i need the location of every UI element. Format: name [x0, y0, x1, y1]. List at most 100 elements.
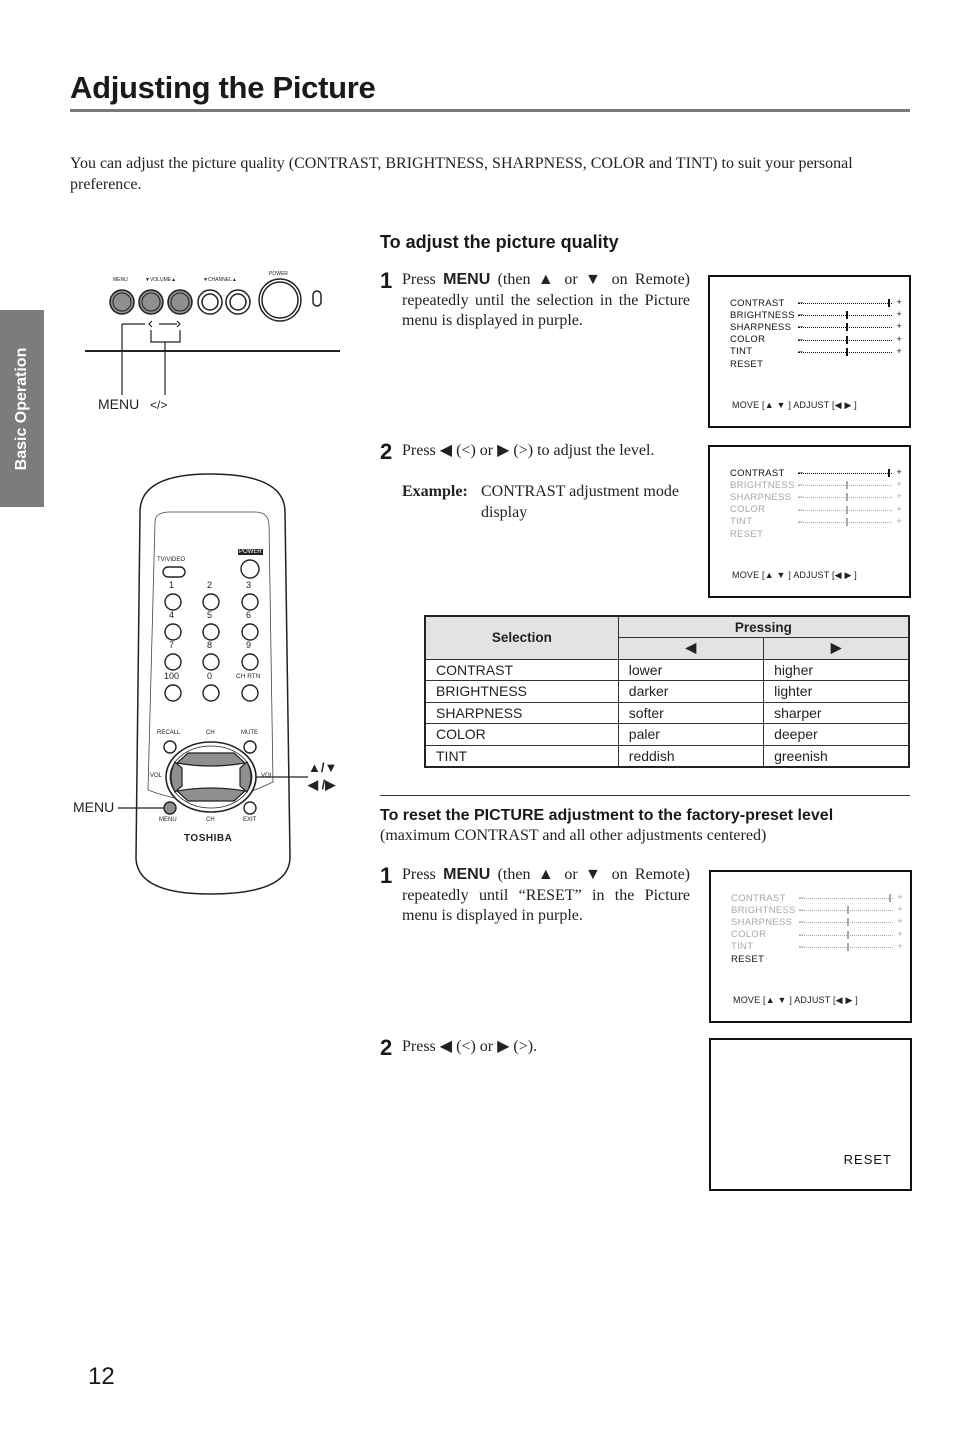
osd-bar-track — [798, 473, 892, 475]
osd-item-label: CONTRAST — [730, 467, 785, 479]
osd-bar-track — [798, 485, 892, 487]
step-text: Press ◀ (<) or ▶ (>) to adjust the level… — [402, 442, 655, 459]
remote-digit-5: 5 — [207, 610, 213, 620]
adjust-step-1: 1 Press MENU (then ▲ or ▼ on Remote) rep… — [380, 268, 690, 332]
osd-level-marker — [846, 311, 848, 320]
osd-plus: + — [897, 904, 903, 915]
osd-minus: – — [798, 333, 804, 344]
osd-item-label: SHARPNESS — [730, 491, 792, 503]
osd-minus: – — [799, 928, 805, 939]
col-header-left-arrow: ◀ — [617, 637, 765, 660]
osd-item-label: TINT — [730, 346, 753, 358]
remote-ch-up-button — [175, 752, 247, 767]
adjust-step-2: 2 Press ◀ (<) or ▶ (>) to adjust the lev… — [380, 439, 700, 521]
remote-updown-callout: ▲/▼ — [308, 760, 338, 775]
osd-bar-track — [798, 351, 892, 353]
osd-item-label: SHARPNESS — [730, 321, 792, 333]
remote-digit-2: 2 — [207, 580, 213, 590]
osd-bar-track — [798, 521, 892, 523]
reset-step-1: 1 Press MENU (then ▲ or ▼ on Remote) rep… — [380, 863, 690, 927]
example-label: Example: — [402, 483, 468, 500]
step-text: Press MENU (then ▲ or ▼ on Remote) repea… — [402, 865, 690, 927]
osd-minus: – — [798, 297, 804, 308]
osd-footer: MOVE [▲ ▼ ] ADJUST [◀ ▶ ] — [732, 400, 858, 410]
panel-power-label: POWER — [269, 271, 288, 277]
remote-leftright-callout: ◀ /▶ — [308, 777, 336, 792]
osd-minus: – — [798, 345, 804, 356]
osd-plus: + — [897, 940, 903, 951]
table-row: BRIGHTNESS darker lighter — [424, 680, 910, 703]
osd-menu: CONTRAST – + BRIGHTNESS – + SHARPNESS – + COLOR – +… — [730, 467, 902, 540]
osd-level-bar: – + — [799, 904, 903, 915]
osd-row: RESET — [730, 528, 902, 540]
osd-level-bar: – + — [799, 928, 903, 940]
osd-row: SHARPNESS – + — [731, 916, 903, 928]
tv-front-panel-illustration: MENU ▼VOLUME▲ ▼CHANNEL▲ POWER MENU </> — [85, 265, 345, 425]
osd-minus: – — [799, 940, 805, 951]
osd-item-label: TINT — [730, 516, 753, 528]
remote-recall-label: RECALL — [157, 730, 181, 736]
example-block: Example: CONTRAST adjustment mode displa… — [402, 482, 692, 523]
osd-row: CONTRAST – + — [731, 892, 903, 904]
osd-level-bar: – + — [798, 309, 902, 320]
osd-row: COLOR – + — [730, 334, 902, 346]
osd-plus: + — [896, 333, 902, 344]
remote-menu-button — [163, 801, 177, 815]
remote-menu-label: MENU — [159, 817, 177, 823]
osd-bar-track — [798, 339, 892, 341]
osd-minus: – — [798, 503, 804, 514]
osd-item-label: COLOR — [730, 504, 766, 516]
remote-exit-label: EXIT — [243, 817, 257, 823]
step-text-pre: Press — [402, 866, 444, 883]
step-number: 1 — [380, 863, 393, 888]
osd-bar-track — [799, 934, 893, 936]
osd-row: CONTRAST – + — [730, 467, 902, 479]
remote-tv-video-label: TV/VIDEO — [157, 557, 186, 563]
osd-plus: + — [896, 491, 902, 502]
reset-subheading: (maximum CONTRAST and all other adjustme… — [380, 827, 767, 844]
osd-bar-track — [798, 497, 892, 499]
cell-selection: TINT — [424, 744, 619, 767]
osd-level-bar: – + — [798, 503, 902, 515]
table-body: CONTRAST lower higher BRIGHTNESS darker light… — [424, 658, 910, 767]
osd-screen-picture-menu: CONTRAST – + BRIGHTNESS – + SHARPNESS – + COLOR – +… — [708, 275, 911, 428]
osd-level-marker — [847, 942, 849, 951]
osd-bar-track — [798, 303, 892, 305]
osd-plus: + — [896, 515, 902, 526]
osd-minus: – — [798, 515, 804, 526]
panel-volume-down-button — [138, 289, 164, 315]
remote-digit-7: 7 — [169, 640, 175, 650]
osd-level-bar: – + — [799, 892, 903, 903]
osd-item-label: SHARPNESS — [731, 916, 793, 928]
osd-item-label: TINT — [731, 941, 754, 953]
osd-level-bar: – + — [798, 515, 902, 527]
panel-menu-button — [109, 289, 135, 315]
step-text: Press ◀ (<) or ▶ (>). — [402, 1038, 538, 1055]
cell-right: sharper — [763, 701, 910, 724]
osd-level-bar: – + — [798, 333, 902, 345]
osd-row: RESET — [731, 953, 903, 965]
panel-arrows-callout: </> — [150, 398, 168, 412]
osd-item-label: BRIGHTNESS — [731, 904, 796, 916]
osd-level-marker — [846, 481, 848, 490]
osd-level-bar: – + — [799, 940, 903, 952]
osd-item-label: COLOR — [731, 929, 767, 941]
osd-row: COLOR – + — [730, 504, 902, 516]
remote-power-button — [240, 559, 260, 579]
table-row: CONTRAST lower higher — [424, 658, 910, 681]
cell-left: reddish — [617, 744, 765, 767]
cell-left: darker — [617, 680, 765, 703]
osd-plus: + — [897, 928, 903, 939]
cell-right: greenish — [763, 744, 910, 767]
adjustment-table: Selection Pressing ◀ ▶ CONTRAST lower high… — [424, 615, 910, 768]
osd-level-bar: – + — [798, 297, 902, 308]
remote-menu-callout: MENU — [73, 799, 115, 815]
osd-plus: + — [896, 479, 902, 490]
remote-vol-right-label: VOL — [261, 773, 274, 779]
osd-item-label: RESET — [730, 358, 764, 370]
side-tab-label: Basic Operation — [13, 347, 30, 470]
osd-footer: MOVE [▲ ▼ ] ADJUST [◀ ▶ ] — [732, 570, 858, 580]
col-header-pressing: Pressing — [617, 615, 910, 638]
remote-vol-left-label: VOL — [150, 773, 163, 779]
osd-bar-track — [798, 327, 892, 329]
